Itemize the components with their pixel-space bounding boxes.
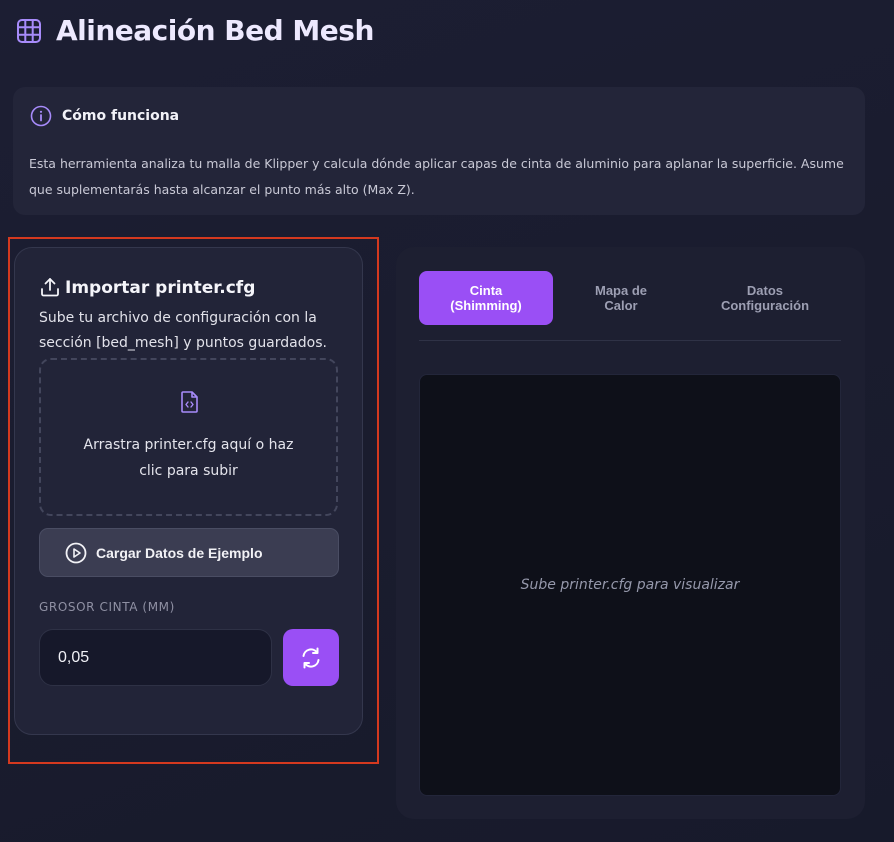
how-it-works-panel: Cómo funciona Esta herramienta analiza t… (13, 87, 865, 215)
view-tabs: Cinta (Shimming) Mapa de Calor Datos Config… (419, 271, 841, 341)
info-text: Esta herramienta analiza tu malla de Kli… (29, 156, 844, 197)
import-description: Sube tu archivo de configuración con la … (39, 310, 327, 351)
visualization-area: Sube printer.cfg para visualizar (419, 374, 841, 796)
import-title: Importar printer.cfg (65, 278, 256, 298)
page-title: Alineación Bed Mesh (56, 14, 374, 47)
file-dropzone[interactable]: Arrastra printer.cfg aquí o haz clic par… (39, 358, 338, 516)
file-code-icon (181, 391, 198, 413)
tab-config-line2: Configuración (720, 298, 810, 313)
page-header: Alineación Bed Mesh (16, 14, 374, 47)
info-title: Cómo funciona (62, 108, 180, 124)
tab-shimming-line2: (Shimming) (450, 298, 522, 313)
import-header: Importar printer.cfg (39, 276, 255, 298)
tab-config-line1: Datos (746, 283, 784, 298)
upload-icon (41, 278, 59, 297)
thickness-label: GROSOR CINTA (MM) (39, 600, 175, 614)
tab-config-data[interactable]: Datos Configuración (694, 271, 836, 325)
tab-shimming[interactable]: Cinta (Shimming) (419, 271, 553, 325)
import-card: Importar printer.cfg Sube tu archivo de … (14, 247, 363, 735)
visualization-placeholder: Sube printer.cfg para visualizar (520, 577, 740, 593)
grid-icon (17, 18, 41, 43)
tab-shimming-line1: Cinta (469, 283, 503, 298)
recalculate-button[interactable] (283, 629, 339, 686)
dropzone-text: Arrastra printer.cfg aquí o haz clic par… (83, 437, 294, 479)
load-sample-label: Cargar Datos de Ejemplo (96, 544, 263, 561)
load-sample-button[interactable]: Cargar Datos de Ejemplo (39, 528, 339, 577)
tab-heatmap-line1: Mapa de (594, 283, 647, 298)
info-icon (30, 105, 52, 127)
info-header: Cómo funciona (30, 105, 179, 127)
thickness-input[interactable] (39, 629, 272, 686)
play-circle-icon (65, 542, 87, 563)
visualization-card: Cinta (Shimming) Mapa de Calor Datos Config… (396, 247, 865, 819)
refresh-icon (302, 647, 320, 668)
tab-heatmap[interactable]: Mapa de Calor (560, 271, 682, 325)
tab-heatmap-line2: Calor (604, 298, 638, 313)
